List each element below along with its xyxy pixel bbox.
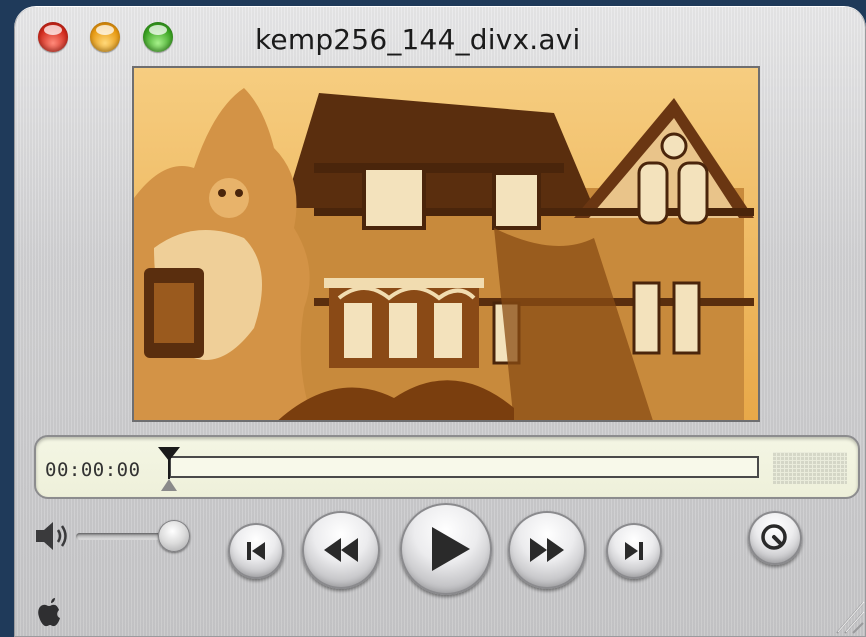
fast-forward-button[interactable] xyxy=(508,511,586,589)
apple-logo-icon[interactable] xyxy=(36,596,64,628)
playhead-handle[interactable] xyxy=(156,445,182,493)
scrub-track[interactable] xyxy=(169,456,759,478)
minimize-button[interactable] xyxy=(90,22,120,52)
fast-forward-icon xyxy=(530,538,564,562)
go-to-start-button[interactable] xyxy=(228,523,284,579)
rewind-icon xyxy=(324,538,358,562)
video-image xyxy=(134,68,758,420)
timeline-grip xyxy=(773,452,847,484)
skip-end-icon xyxy=(625,542,643,560)
rewind-button[interactable] xyxy=(302,511,380,589)
timeline-panel: 00:00:00 xyxy=(34,435,860,499)
magnify-icon xyxy=(761,524,787,550)
window-title: kemp256_144_divx.avi xyxy=(255,23,581,56)
play-icon xyxy=(432,527,470,571)
magnify-button[interactable] xyxy=(748,511,802,565)
video-frame[interactable] xyxy=(132,66,760,422)
resize-grip-icon[interactable] xyxy=(831,589,865,635)
zoom-button[interactable] xyxy=(143,22,173,52)
volume-knob[interactable] xyxy=(158,520,190,552)
skip-start-icon xyxy=(247,542,265,560)
title-bar[interactable]: kemp256_144_divx.avi xyxy=(14,6,866,66)
go-to-end-button[interactable] xyxy=(606,523,662,579)
close-button[interactable] xyxy=(38,22,68,52)
play-button[interactable] xyxy=(400,503,492,595)
timecode-display: 00:00:00 xyxy=(45,459,141,481)
speaker-icon[interactable] xyxy=(34,519,74,553)
player-window: kemp256_144_divx.avi 00:00:00 xyxy=(14,6,866,637)
